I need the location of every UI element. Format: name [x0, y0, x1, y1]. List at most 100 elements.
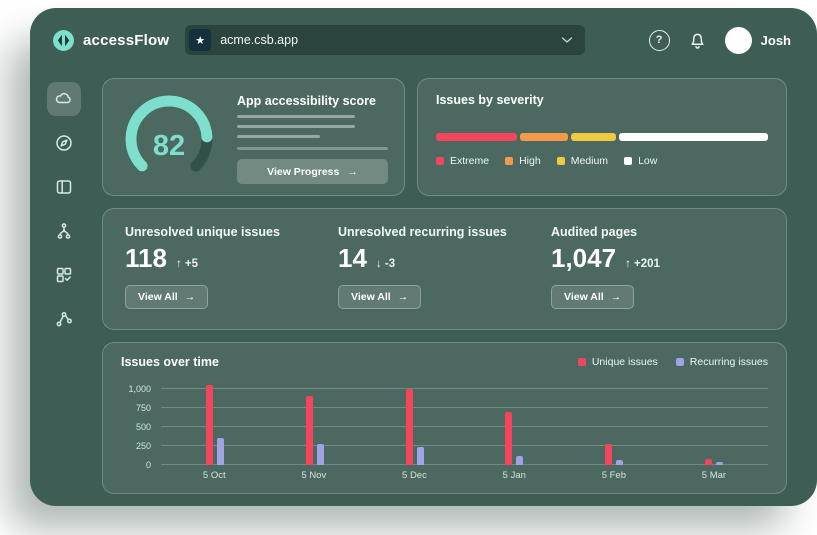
sidebar-item-insights[interactable]: [47, 302, 81, 336]
stat-title: Audited pages: [551, 225, 764, 239]
insights-network-icon: [54, 309, 74, 329]
sidebar-item-flows[interactable]: [47, 214, 81, 248]
bar: [306, 396, 313, 465]
bell-icon: [688, 30, 707, 50]
app-window: accessFlow ★ acme.csb.app ? Josh: [30, 8, 817, 506]
score-gauge: 82: [117, 89, 221, 186]
stats-card: Unresolved unique issues 118 ↑ +5 View A…: [102, 208, 787, 330]
legend-swatch: [436, 157, 444, 165]
legend-swatch: [505, 157, 513, 165]
bar: [406, 389, 413, 465]
severity-card-title: Issues by severity: [436, 93, 768, 107]
y-tick: 0: [146, 460, 151, 470]
bar: [616, 460, 623, 465]
chart-xaxis: 5 Oct5 Nov5 Dec5 Jan5 Feb5 Mar: [161, 465, 768, 481]
legend-swatch: [624, 157, 632, 165]
chevron-down-icon: [561, 36, 573, 44]
sidebar-item-pages[interactable]: [47, 170, 81, 204]
help-button[interactable]: ?: [649, 30, 670, 51]
view-all-pages-button[interactable]: View All →: [551, 285, 634, 309]
chart-plot: [161, 381, 768, 465]
chart-title: Issues over time: [121, 355, 219, 369]
bar: [605, 444, 612, 465]
legend-item: Medium: [557, 155, 608, 167]
severity-segment-medium: [571, 133, 616, 141]
view-all-unique-button[interactable]: View All →: [125, 285, 208, 309]
view-all-label: View All: [564, 291, 604, 303]
view-progress-button[interactable]: View Progress →: [237, 159, 388, 184]
stat-recurring-issues: Unresolved recurring issues 14 ↓ -3 View…: [338, 225, 551, 313]
x-tick: 5 Oct: [203, 470, 226, 481]
chart-area: 02505007501,000: [121, 381, 768, 465]
stat-unique-issues: Unresolved unique issues 118 ↑ +5 View A…: [125, 225, 338, 313]
bar-group-5-feb: [605, 381, 623, 465]
bar-group-5-nov: [306, 381, 324, 465]
compass-icon: [54, 133, 74, 153]
arrow-right-icon: →: [347, 166, 358, 178]
bar: [417, 447, 424, 465]
legend-item: Extreme: [436, 155, 489, 167]
stat-value: 118: [125, 243, 167, 274]
score-value: 82: [117, 89, 221, 186]
bar: [206, 385, 213, 465]
score-card-title: App accessibility score: [237, 94, 388, 108]
help-icon: ?: [656, 34, 663, 46]
legend-item: High: [505, 155, 541, 167]
layout-icon: [54, 177, 74, 197]
tasks-grid-icon: [54, 265, 74, 285]
severity-segment-high: [520, 133, 568, 141]
x-tick: 5 Feb: [602, 470, 626, 481]
stat-title: Unresolved recurring issues: [338, 225, 551, 239]
arrow-right-icon: →: [398, 291, 409, 303]
chart-bars: [161, 381, 768, 465]
topbar: accessFlow ★ acme.csb.app ? Josh: [30, 8, 817, 64]
avatar: [725, 27, 752, 54]
dashboard-icon: [54, 89, 74, 109]
stat-delta: ↑ +5: [176, 258, 198, 270]
stat-delta: ↓ -3: [376, 258, 395, 270]
arrow-right-icon: →: [185, 291, 196, 303]
chart-legend: Unique issuesRecurring issues: [578, 356, 768, 368]
bar: [516, 456, 523, 465]
logo-text: accessFlow: [83, 32, 169, 49]
main-content: 82 App accessibility score View Progress…: [98, 64, 817, 506]
x-tick: 5 Dec: [402, 470, 427, 481]
y-tick: 500: [136, 422, 151, 432]
skeleton-line: [237, 135, 320, 138]
skeleton-line: [237, 115, 355, 118]
severity-segment-low: [619, 133, 768, 141]
chart-yaxis: 02505007501,000: [121, 381, 161, 465]
view-progress-label: View Progress: [267, 166, 339, 178]
user-menu[interactable]: Josh: [725, 27, 791, 54]
sidebar-item-explore[interactable]: [47, 126, 81, 160]
x-tick: 5 Nov: [301, 470, 326, 481]
skeleton-line: [237, 147, 388, 150]
bar: [317, 444, 324, 465]
arrow-right-icon: →: [611, 291, 622, 303]
logo-icon: [52, 29, 75, 52]
legend-swatch: [578, 358, 586, 366]
legend-swatch: [676, 358, 684, 366]
domain-select[interactable]: ★ acme.csb.app: [185, 25, 585, 55]
y-tick: 1,000: [128, 384, 151, 394]
severity-segment-extreme: [436, 133, 517, 141]
view-all-recurring-button[interactable]: View All →: [338, 285, 421, 309]
legend-swatch: [557, 157, 565, 165]
stat-delta: ↑ +201: [625, 258, 660, 270]
stat-audited-pages: Audited pages 1,047 ↑ +201 View All →: [551, 225, 764, 313]
legend-item: Recurring issues: [676, 356, 768, 368]
bar-group-5-oct: [206, 381, 224, 465]
logo: accessFlow: [52, 29, 169, 52]
stat-title: Unresolved unique issues: [125, 225, 338, 239]
legend-item: Low: [624, 155, 657, 167]
sidebar-item-tasks[interactable]: [47, 258, 81, 292]
bar-group-5-dec: [406, 381, 424, 465]
x-tick: 5 Jan: [503, 470, 526, 481]
severity-legend: Extreme High Medium Low: [436, 155, 768, 167]
flow-branch-icon: [54, 221, 74, 241]
notifications-button[interactable]: [688, 30, 707, 50]
issues-by-severity-card: Issues by severity Extreme High Medium Low: [417, 78, 787, 196]
view-all-label: View All: [138, 291, 178, 303]
bar: [705, 459, 712, 465]
sidebar-item-dashboard[interactable]: [47, 82, 81, 116]
